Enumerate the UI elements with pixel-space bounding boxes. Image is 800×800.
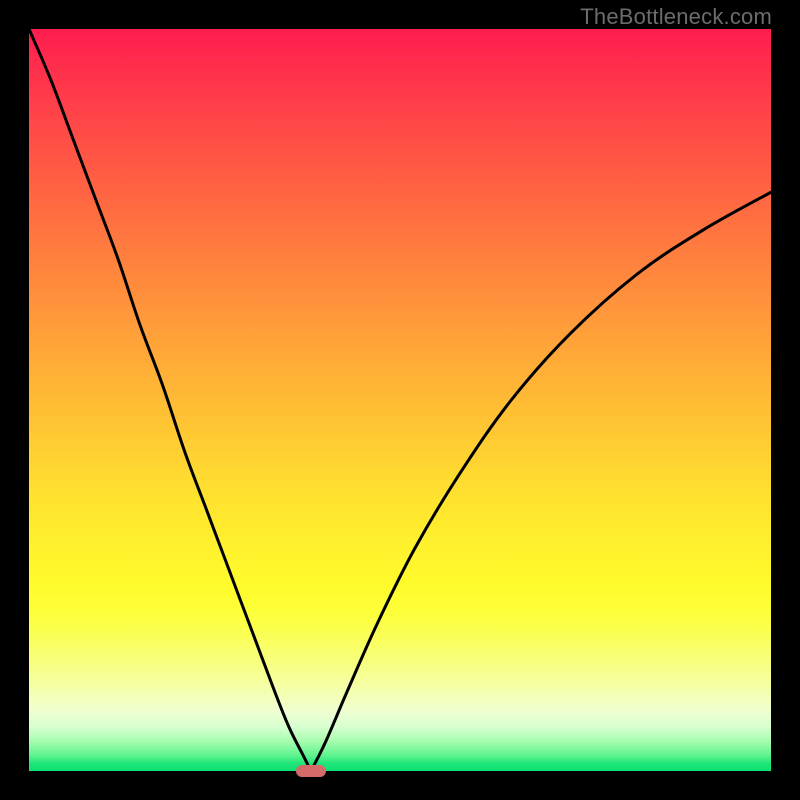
watermark-text: TheBottleneck.com — [580, 4, 772, 30]
plot-area — [29, 29, 771, 771]
curve-path — [29, 29, 771, 771]
optimal-marker — [296, 765, 326, 777]
bottleneck-curve — [29, 29, 771, 771]
chart-frame: TheBottleneck.com — [0, 0, 800, 800]
